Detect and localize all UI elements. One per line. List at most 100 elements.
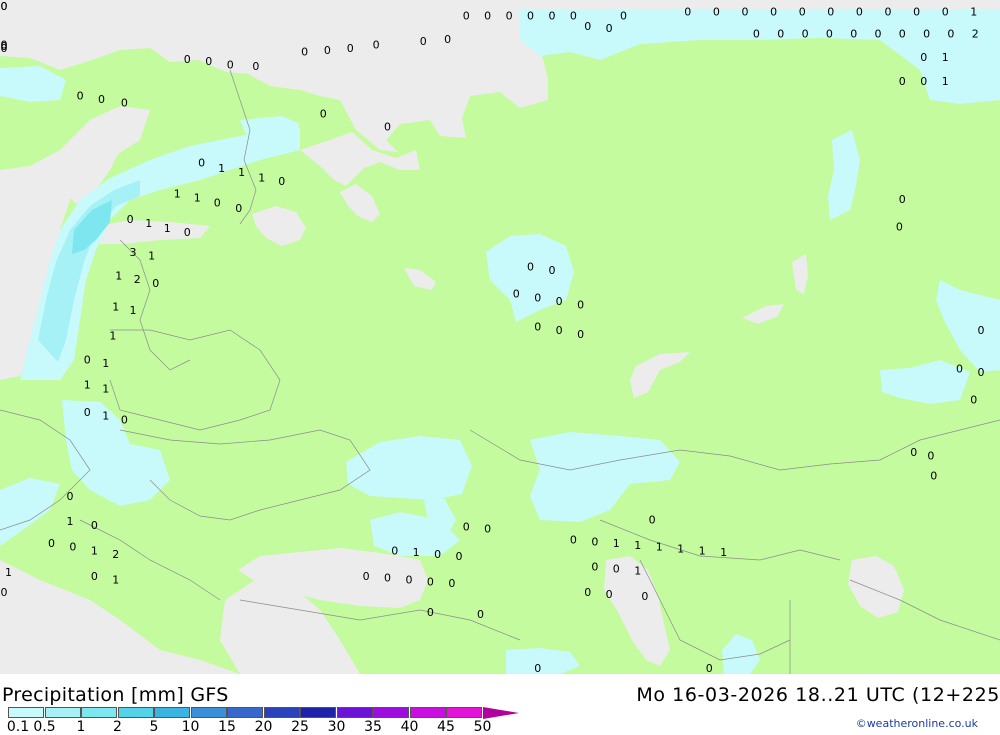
precip-value: 0 <box>942 6 949 19</box>
precip-value: 0 <box>577 328 584 341</box>
precip-value: 0 <box>920 75 927 88</box>
precip-value: 1 <box>164 222 171 235</box>
precip-value: 1 <box>970 6 977 19</box>
precip-value: 0 <box>577 299 584 312</box>
legend-swatch <box>263 707 300 718</box>
precip-value: 0 <box>506 9 513 22</box>
precip-value: 0 <box>69 541 76 554</box>
legend-swatch <box>300 707 336 718</box>
precip-value: 0 <box>121 97 128 110</box>
precip-value: 0 <box>427 606 434 619</box>
precip-value: 0 <box>606 22 613 35</box>
precip-value: 1 <box>115 270 122 283</box>
precip-value: 0 <box>770 6 777 19</box>
precip-value: 0 <box>463 521 470 534</box>
precip-value: 1 <box>148 250 155 263</box>
precip-value: 1 <box>699 544 706 557</box>
map-canvas: 0 0 0 00 0 0 0 0 00 00 0 0000 1 1 1 01 1 0 00 1 1 03 11 2 01 110 1… <box>0 0 1000 674</box>
precip-value: 0 <box>384 120 391 133</box>
precip-value: 0 <box>956 362 963 375</box>
precip-value: 0 <box>570 9 577 22</box>
precip-value: 0 <box>1 0 8 13</box>
legend-swatch <box>446 707 482 718</box>
precip-value: 0 <box>584 586 591 599</box>
precip-value: 1 <box>677 543 684 556</box>
precip-value: 0 <box>875 28 882 41</box>
precip-value: 0 <box>420 35 427 48</box>
precip-value: 0 <box>91 570 98 583</box>
precip-value: 1 <box>109 330 116 343</box>
precip-value: 0 <box>584 20 591 33</box>
precip-value: 0 <box>448 577 455 590</box>
precip-value: 0 <box>477 608 484 621</box>
precip-value: 0 <box>527 260 534 273</box>
precip-value: 1 <box>218 162 225 175</box>
precip-value: 0 <box>896 220 903 233</box>
precip-value: 0 <box>391 544 398 557</box>
precip-value: 0 <box>48 537 55 550</box>
legend-swatch <box>409 707 446 718</box>
precip-value: 0 <box>641 590 648 603</box>
precip-value: 0 <box>549 264 556 277</box>
precip-value: 0 <box>320 108 327 121</box>
precip-value: 1 <box>720 546 727 559</box>
precip-value: 1 <box>942 51 949 64</box>
legend-swatch <box>373 707 409 718</box>
precip-value: 0 <box>753 28 760 41</box>
legend-swatch <box>117 707 154 718</box>
precip-value: 1 <box>112 301 119 314</box>
precip-value: 1 <box>112 574 119 587</box>
credit-link[interactable]: ©weatheronline.co.uk <box>856 717 978 730</box>
precip-value: 0 <box>620 9 627 22</box>
precip-value: 0 <box>570 533 577 546</box>
legend-swatch <box>81 707 117 718</box>
precip-value: 0 <box>278 175 285 188</box>
precip-value: 1 <box>174 188 181 201</box>
precip-value: 0 <box>1 42 8 55</box>
precip-value: 0 <box>347 42 354 55</box>
precip-value: 1 <box>145 217 152 230</box>
precip-value: 0 <box>363 570 370 583</box>
precip-value: 0 <box>214 197 221 210</box>
precip-value: 0 <box>534 291 541 304</box>
precip-value: 1 <box>102 410 109 423</box>
precip-value: 0 <box>885 6 892 19</box>
precip-value: 1 <box>634 539 641 552</box>
precip-value: 0 <box>850 28 857 41</box>
precip-value: 0 <box>184 226 191 239</box>
precip-value: 0 <box>121 413 128 426</box>
precipitation-map: 0000000000000000001110110001103112011101… <box>0 0 1000 674</box>
precip-value: 1 <box>102 357 109 370</box>
precip-value: 0 <box>927 450 934 463</box>
precip-value: 0 <box>252 60 259 73</box>
precip-value: 1 <box>84 379 91 392</box>
precip-value: 0 <box>910 446 917 459</box>
precip-value: 0 <box>534 662 541 674</box>
precip-value: 0 <box>91 519 98 532</box>
precip-value: 0 <box>198 157 205 170</box>
precip-value: 1 <box>942 75 949 88</box>
precip-value: 1 <box>67 515 74 528</box>
legend-arrow <box>482 707 519 719</box>
precip-value: 0 <box>591 535 598 548</box>
precip-value: 0 <box>649 513 656 526</box>
forecast-timestamp: Mo 16-03-2026 18..21 UTC (12+225 <box>636 684 1000 706</box>
precip-value: 0 <box>406 574 413 587</box>
precip-value: 0 <box>899 75 906 88</box>
precip-value: 0 <box>606 588 613 601</box>
precip-value: 2 <box>112 548 119 561</box>
precip-iran <box>506 648 580 674</box>
legend-swatch <box>154 707 190 718</box>
precip-value: 0 <box>77 89 84 102</box>
precip-value: 1 <box>194 191 201 204</box>
precip-value: 0 <box>98 93 105 106</box>
precip-value: 2 <box>972 28 979 41</box>
precip-value: 0 <box>463 9 470 22</box>
precip-value: 0 <box>235 202 242 215</box>
precip-value: 1 <box>102 382 109 395</box>
precip-value: 0 <box>930 470 937 483</box>
precip-value: 1 <box>656 541 663 554</box>
precip-value: 0 <box>978 324 985 337</box>
precip-value: 1 <box>238 166 245 179</box>
precip-value: 0 <box>920 51 927 64</box>
